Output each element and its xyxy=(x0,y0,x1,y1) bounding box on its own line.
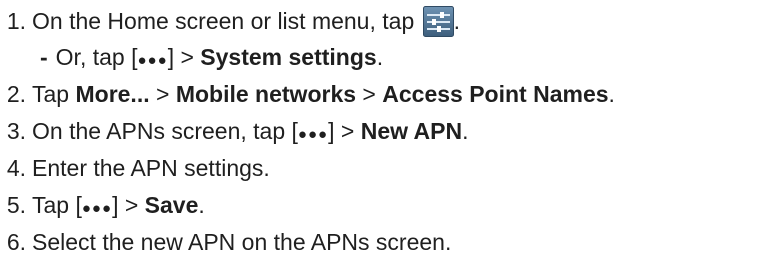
step-2: 2. Tap More... > Mobile networks > Access… xyxy=(6,81,615,107)
instructions: 1. On the Home screen or list menu, tap .… xyxy=(0,0,760,269)
step-text: On the Home screen or list menu, tap xyxy=(32,8,415,34)
more-options-dots: ●●● xyxy=(81,200,113,217)
step-1: 1. On the Home screen or list menu, tap . xyxy=(0,3,460,39)
step-1-alt: - Or, tap [●●●] > System settings. xyxy=(40,44,384,70)
step-number: 1. xyxy=(6,8,26,34)
step-6: 6. Select the new APN on the APNs screen. xyxy=(6,229,452,255)
more-options-dots: ●●● xyxy=(137,52,168,69)
dash-bullet: - xyxy=(40,44,48,70)
more-options-dots: ●●● xyxy=(297,126,329,143)
settings-sliders-icon xyxy=(422,6,454,37)
step-5: 5. Tap [●●●] > Save. xyxy=(6,192,205,218)
step-3: 3. On the APNs screen, tap [●●●] > New AP… xyxy=(6,118,469,144)
step-4: 4. Enter the APN settings. xyxy=(6,155,270,181)
